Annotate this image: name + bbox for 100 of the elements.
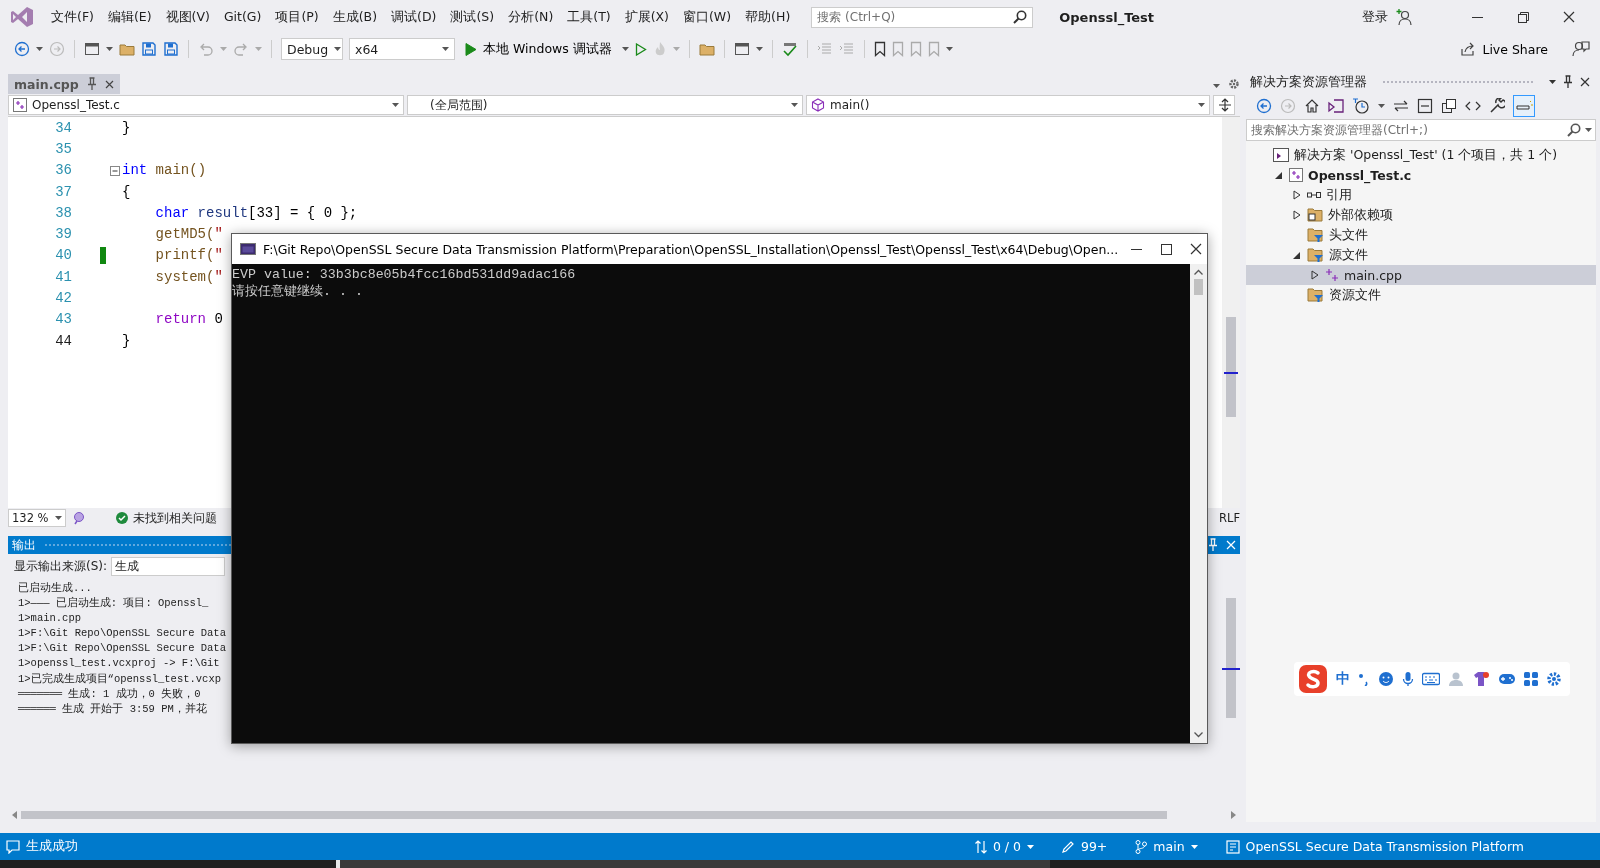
close-icon[interactable] xyxy=(104,79,114,89)
gamepad-icon[interactable] xyxy=(1498,672,1516,686)
folder-icon[interactable] xyxy=(698,41,715,57)
menu-item[interactable]: Git(G) xyxy=(216,5,269,29)
grid-icon[interactable] xyxy=(1524,672,1538,686)
repository-status[interactable]: OpenSSL Secure Data Transmission Platform xyxy=(1245,839,1524,854)
live-share-button[interactable]: Live Share xyxy=(1460,41,1548,57)
menu-item[interactable]: 视图(V) xyxy=(158,5,217,29)
punctuation-icon[interactable] xyxy=(1358,672,1370,686)
repository-icon[interactable] xyxy=(1225,839,1240,854)
menu-item[interactable]: 分析(N) xyxy=(501,5,561,29)
zoom-dropdown[interactable]: 132 % xyxy=(8,509,66,527)
scrollbar-thumb[interactable] xyxy=(21,811,1167,819)
close-icon[interactable] xyxy=(1189,243,1202,255)
scroll-right-icon[interactable] xyxy=(1231,811,1236,819)
run-debugger-button[interactable]: 本地 Windows 调试器 xyxy=(461,40,616,58)
input-method-logo-icon[interactable] xyxy=(1298,664,1328,694)
menu-item[interactable]: 项目(P) xyxy=(268,5,326,29)
caret-icon[interactable] xyxy=(334,47,342,51)
split-button[interactable] xyxy=(1213,95,1235,115)
menu-item[interactable]: 扩展(X) xyxy=(617,5,676,29)
save-icon[interactable] xyxy=(163,41,179,57)
caret-icon[interactable] xyxy=(945,47,953,51)
scrollbar-thumb[interactable] xyxy=(1194,279,1203,295)
pencil-icon[interactable] xyxy=(1061,840,1075,853)
app-logo-icon[interactable] xyxy=(10,6,34,28)
caret-icon[interactable] xyxy=(1198,103,1205,107)
document-tab[interactable]: main.cpp xyxy=(8,74,120,94)
project-dropdown[interactable]: Openssl_Test.c xyxy=(8,95,404,115)
line-ending-status[interactable]: RLF xyxy=(1219,511,1240,525)
configuration-dropdown[interactable]: Debug xyxy=(281,38,343,60)
window-icon[interactable] xyxy=(733,41,750,57)
scrollbar-thumb[interactable] xyxy=(1226,317,1236,417)
keyboard-icon[interactable] xyxy=(1422,672,1440,686)
scroll-up-icon[interactable] xyxy=(1194,269,1203,275)
sign-in-link[interactable]: 登录 xyxy=(1362,8,1388,26)
solution-icon[interactable] xyxy=(1328,97,1344,114)
microphone-icon[interactable] xyxy=(1402,671,1414,687)
caret-icon[interactable] xyxy=(392,103,399,107)
caret-icon[interactable] xyxy=(36,47,43,51)
bookmark-icon[interactable] xyxy=(873,41,886,57)
collapse-icon[interactable] xyxy=(110,165,120,176)
person-add-icon[interactable] xyxy=(1396,8,1414,26)
copy-icon[interactable] xyxy=(1441,97,1457,114)
menu-item[interactable]: 调试(D) xyxy=(384,5,444,29)
collapsed-arrow-icon[interactable] xyxy=(1293,210,1301,220)
scroll-left-icon[interactable] xyxy=(12,811,17,819)
collapsed-arrow-icon[interactable] xyxy=(1293,190,1301,200)
spellcheck-icon[interactable] xyxy=(781,41,798,57)
branch-status[interactable]: main xyxy=(1153,839,1185,854)
menu-item[interactable]: 编辑(E) xyxy=(100,5,159,29)
caret-icon[interactable] xyxy=(1549,80,1556,84)
member-dropdown[interactable]: main() xyxy=(806,95,1210,115)
window-icon[interactable] xyxy=(84,41,100,57)
skin-icon[interactable] xyxy=(1472,671,1490,687)
wrench-icon[interactable] xyxy=(1489,97,1505,114)
caret-icon[interactable] xyxy=(442,47,449,51)
search-icon[interactable] xyxy=(1567,123,1581,137)
search-field[interactable]: 搜索 (Ctrl+Q) xyxy=(811,6,1034,28)
caret-icon[interactable] xyxy=(1585,128,1592,132)
platform-dropdown[interactable]: x64 xyxy=(349,38,455,60)
back-icon[interactable] xyxy=(14,41,30,57)
up-down-arrows-icon[interactable] xyxy=(974,839,987,854)
tree-item[interactable]: Openssl_Test.c xyxy=(1246,165,1596,185)
comment-icon[interactable] xyxy=(6,839,20,854)
input-mode-toggle[interactable]: 中 xyxy=(1336,670,1350,688)
output-source-dropdown[interactable]: 生成 xyxy=(111,556,226,576)
caret-icon[interactable] xyxy=(791,103,798,107)
pin-icon[interactable] xyxy=(1563,75,1573,89)
tree-item[interactable]: 资源文件 xyxy=(1246,285,1596,305)
caret-icon[interactable] xyxy=(755,47,763,51)
split-icon[interactable] xyxy=(1218,98,1232,112)
search-icon[interactable] xyxy=(1013,9,1028,24)
menu-item[interactable]: 窗口(W) xyxy=(676,5,739,29)
edits-status[interactable]: 99+ xyxy=(1080,839,1108,854)
collapsed-arrow-icon[interactable] xyxy=(1311,270,1319,280)
play-icon[interactable] xyxy=(465,42,477,56)
play-icon[interactable] xyxy=(634,42,647,56)
save-icon[interactable] xyxy=(141,41,157,57)
share-icon[interactable] xyxy=(1460,41,1477,57)
collapse-all-icon[interactable] xyxy=(1417,97,1433,114)
tree-item[interactable]: 源文件 xyxy=(1246,245,1596,265)
caret-icon[interactable] xyxy=(1213,84,1220,88)
search-field[interactable]: 搜索解决方案资源管理器(Ctrl+;) xyxy=(1246,119,1596,141)
tree-item[interactable]: 头文件 xyxy=(1246,225,1596,245)
menu-item[interactable]: 文件(F) xyxy=(44,5,101,29)
restore-icon[interactable] xyxy=(1517,11,1529,23)
expanded-arrow-icon[interactable] xyxy=(1293,250,1301,260)
settings-icon[interactable] xyxy=(1546,671,1562,687)
emoji-icon[interactable] xyxy=(1378,671,1394,687)
scrollbar-thumb[interactable] xyxy=(1226,598,1236,718)
caret-icon[interactable] xyxy=(621,47,629,51)
close-icon[interactable] xyxy=(1580,77,1590,87)
caret-icon[interactable] xyxy=(106,47,113,51)
folder-icon[interactable] xyxy=(119,41,135,57)
tree-item[interactable]: main.cpp xyxy=(1246,265,1596,285)
history-icon[interactable] xyxy=(1352,97,1370,114)
tree-item[interactable]: 引用 xyxy=(1246,185,1596,205)
tree-item[interactable]: 解决方案 'Openssl_Test' (1 个项目，共 1 个) xyxy=(1246,145,1596,165)
scope-dropdown[interactable]: (全局范围) xyxy=(407,95,803,115)
